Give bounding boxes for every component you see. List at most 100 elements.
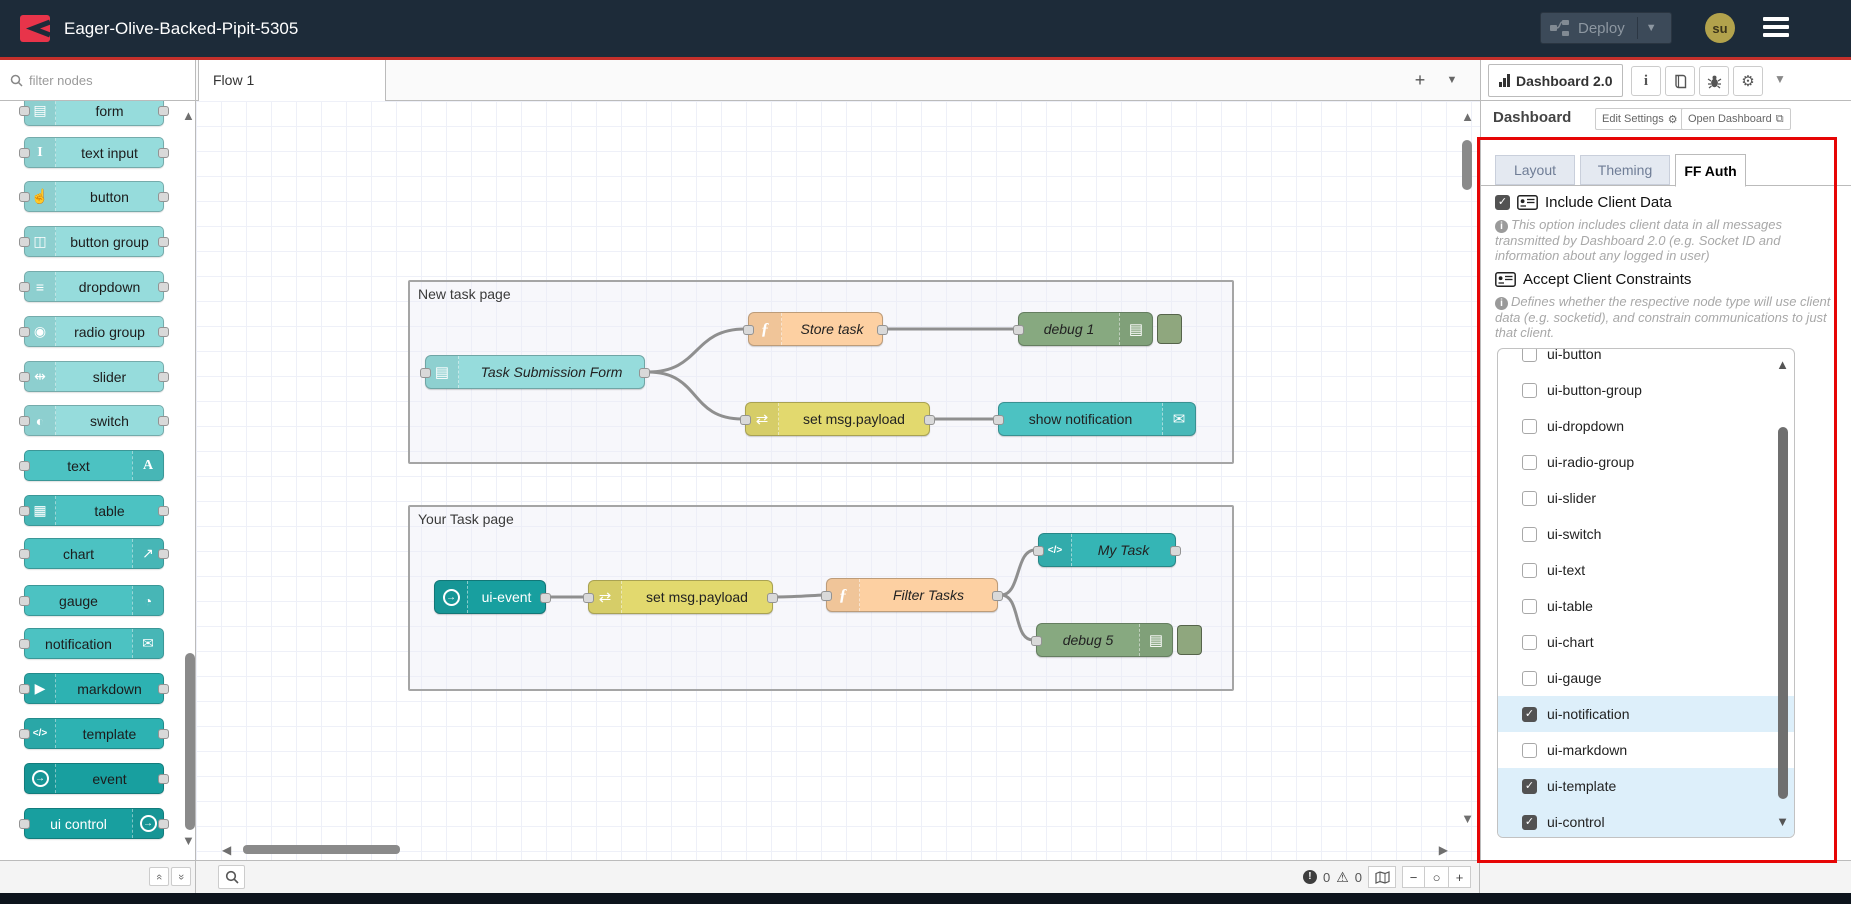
node-port[interactable] [19,106,30,116]
node-port[interactable] [19,416,30,426]
sidebar-menu-caret-icon[interactable]: ▼ [1774,72,1786,86]
palette-collapse-down-button[interactable]: » [171,867,191,886]
debug-tab-button[interactable] [1699,66,1729,96]
canvas-scroll-right-icon[interactable]: ▶ [1439,843,1448,857]
list-item-ui-gauge[interactable]: ui-gauge [1498,660,1794,696]
checkbox[interactable] [1522,419,1537,434]
wire[interactable] [1001,550,1035,595]
node-port[interactable] [992,591,1003,601]
flow-canvas[interactable]: New task page Your Task page ▤ [196,101,1480,860]
canvas-scroll-left-icon[interactable]: ◀ [222,843,231,857]
wire[interactable] [648,329,745,372]
list-scroll-down-icon[interactable]: ▼ [1776,814,1789,829]
checkbox[interactable] [1522,599,1537,614]
palette-scroll-down-icon[interactable]: ▼ [182,833,195,848]
node-port[interactable] [158,729,169,739]
tab-dashboard-2[interactable]: Dashboard 2.0 [1488,64,1623,97]
node-port[interactable] [1013,325,1024,335]
palette-node-notification[interactable]: ✉notification [24,628,164,659]
node-port[interactable] [19,549,30,559]
list-scroll-up-icon[interactable]: ▲ [1776,357,1789,372]
palette-node-button-group[interactable]: ◫button group [24,226,164,257]
tab-layout[interactable]: Layout [1495,155,1575,185]
canvas-horizontal-scrollbar[interactable] [243,845,400,854]
palette-node-text[interactable]: Atext [24,450,164,481]
node-filter-tasks[interactable]: ƒ Filter Tasks [826,578,998,612]
user-avatar[interactable]: su [1705,13,1735,43]
node-port[interactable] [158,774,169,784]
list-item-ui-switch[interactable]: ui-switch [1498,516,1794,552]
node-debug-5[interactable]: ▤ debug 5 [1036,623,1173,657]
node-port[interactable] [158,416,169,426]
checkbox[interactable] [1522,635,1537,650]
open-dashboard-button[interactable]: Open Dashboard ⧉ [1681,108,1791,130]
node-port[interactable] [639,368,650,378]
main-menu-button[interactable] [1763,17,1789,39]
node-port[interactable] [19,506,30,516]
node-store-task[interactable]: ƒ Store task [748,312,883,346]
palette-search[interactable]: filter nodes [0,60,196,100]
checkbox[interactable] [1522,383,1537,398]
node-port[interactable] [19,684,30,694]
navigator-toggle-button[interactable] [1368,866,1396,888]
palette-scroll-up-icon[interactable]: ▲ [182,108,195,123]
list-item-ui-table[interactable]: ui-table [1498,588,1794,624]
node-port[interactable] [158,327,169,337]
node-port[interactable] [19,148,30,158]
search-flows-button[interactable] [218,865,245,889]
checkbox[interactable] [1522,671,1537,686]
node-port[interactable] [740,415,751,425]
node-ui-event[interactable]: → ui-event [434,580,546,614]
checkbox[interactable] [1522,455,1537,470]
zoom-reset-button[interactable]: ○ [1425,866,1448,888]
checkbox[interactable] [1522,815,1537,830]
node-port[interactable] [924,415,935,425]
checkbox[interactable] [1522,491,1537,506]
node-port[interactable] [767,593,778,603]
palette-node-markdown[interactable]: ▶markdown [24,673,164,704]
node-set-msg-payload-1[interactable]: ⇄ set msg.payload [745,402,930,436]
wire[interactable] [1001,595,1033,640]
palette-node-chart[interactable]: ↗chart [24,538,164,569]
zoom-out-button[interactable]: − [1402,866,1425,888]
node-port[interactable] [19,192,30,202]
palette-node-gauge[interactable]: ◔gauge [24,585,164,616]
wire[interactable] [648,372,742,419]
node-port[interactable] [821,591,832,601]
deploy-caret-icon[interactable]: ▼ [1646,22,1657,34]
list-scrollbar[interactable] [1778,427,1788,799]
node-port[interactable] [158,148,169,158]
canvas-vertical-scrollbar[interactable] [1462,140,1472,190]
node-show-notification[interactable]: ✉ show notification [998,402,1196,436]
canvas-scroll-up-icon[interactable]: ▲ [1461,109,1474,124]
node-port[interactable] [877,325,888,335]
node-port[interactable] [19,596,30,606]
tab-theming[interactable]: Theming [1580,155,1670,185]
tab-flow-1[interactable]: Flow 1 [198,60,386,101]
node-port[interactable] [19,729,30,739]
edit-settings-button[interactable]: Edit Settings ⚙ [1595,108,1685,130]
list-item-ui-chart[interactable]: ui-chart [1498,624,1794,660]
help-book-button[interactable] [1665,66,1695,96]
list-item-ui-dropdown[interactable]: ui-dropdown [1498,408,1794,444]
node-port[interactable] [19,372,30,382]
node-port[interactable] [19,461,30,471]
list-item-ui-radio-group[interactable]: ui-radio-group [1498,444,1794,480]
list-item-ui-button-group[interactable]: ui-button-group [1498,372,1794,408]
node-set-msg-payload-2[interactable]: ⇄ set msg.payload [588,580,773,614]
node-port[interactable] [158,237,169,247]
node-port[interactable] [583,593,594,603]
palette-node-event[interactable]: →event [24,763,164,794]
node-port[interactable] [993,415,1004,425]
palette-collapse-up-button[interactable]: « [149,867,169,886]
node-debug-1[interactable]: ▤ debug 1 [1018,312,1153,346]
palette-node-form[interactable]: ▤form [24,101,164,126]
palette-node-text-input[interactable]: Itext input [24,137,164,168]
node-port[interactable] [158,549,169,559]
node-port[interactable] [420,368,431,378]
checkbox[interactable] [1522,527,1537,542]
node-port[interactable] [158,506,169,516]
node-port[interactable] [1170,546,1181,556]
node-port[interactable] [743,325,754,335]
node-port[interactable] [19,327,30,337]
